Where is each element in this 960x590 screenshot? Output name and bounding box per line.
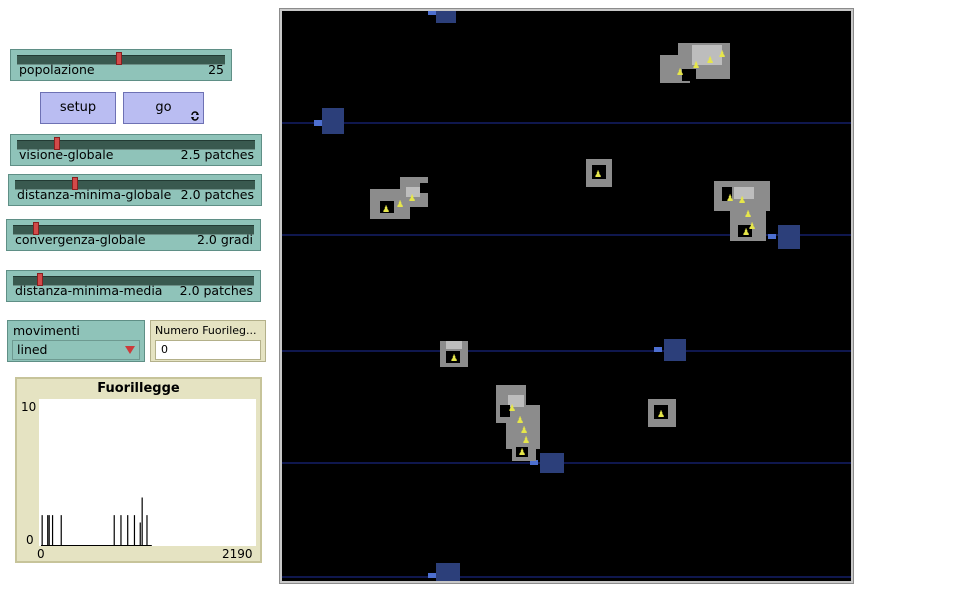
popolazione-slider[interactable]: popolazione 25 (10, 49, 232, 81)
svg-text:♟: ♟ (408, 194, 416, 204)
slider-value: 2.0 patches (179, 283, 253, 298)
ship-agent (428, 563, 460, 581)
ship-agent (314, 108, 344, 134)
setup-button-label: setup (59, 100, 97, 115)
plot-title: Fuorillegge (97, 381, 180, 396)
plot-ymin-label: 0 (26, 533, 34, 547)
flock-group: ♟ ♟ ♟ ♟ (660, 43, 730, 83)
slider-label: popolazione (19, 62, 95, 77)
svg-text:♟: ♟ (692, 61, 700, 71)
monitor-value-box: 0 (155, 340, 261, 360)
svg-text:♟: ♟ (726, 194, 734, 204)
slider-handle[interactable] (116, 52, 122, 65)
slider-value: 2.0 patches (180, 187, 254, 202)
chooser-dropdown[interactable]: lined (12, 340, 140, 360)
svg-text:♟: ♟ (382, 205, 390, 215)
monitor-label: Numero Fuorileg... (155, 324, 257, 337)
svg-text:♟: ♟ (706, 56, 714, 66)
slider-label: visione-globale (19, 147, 114, 162)
slider-label: distanza-minima-media (15, 283, 163, 298)
plot-area (39, 399, 256, 546)
plot-xmin-label: 0 (37, 547, 45, 561)
plot-xmax-label: 2190 (222, 547, 253, 561)
flock-group: ♟ (440, 341, 468, 367)
go-button-label: go (155, 100, 172, 115)
world-canvas: ♟ ♟ ♟ ♟ ♟ ♟ ♟ ♟ ♟ ♟ ♟ ♟ ♟ ♟ ♟ ♟ ♟ ♟ ♟ ♟ (282, 11, 851, 581)
ship-agent (768, 225, 800, 249)
ship-agent (654, 339, 686, 361)
ship-agent (428, 11, 456, 23)
chooser-value: lined (17, 342, 48, 357)
distanza-minima-globale-slider[interactable]: distanza-minima-globale 2.0 patches (8, 174, 262, 206)
go-button[interactable]: go (123, 92, 204, 124)
svg-text:♟: ♟ (676, 68, 684, 78)
svg-text:♟: ♟ (657, 410, 665, 420)
monitor-value: 0 (161, 343, 168, 356)
numero-fuorilegge-monitor: Numero Fuorileg... 0 (150, 320, 266, 362)
movimenti-chooser[interactable]: movimenti lined (7, 320, 145, 362)
slider-value: 2.5 patches (180, 147, 254, 162)
svg-text:♟: ♟ (742, 228, 750, 238)
flock-group: ♟ ♟ ♟ ♟ ♟ (496, 385, 540, 461)
plot-ymax-label: 10 (21, 400, 37, 414)
visione-globale-slider[interactable]: visione-globale 2.5 patches (10, 134, 262, 166)
slider-value: 2.0 gradi (197, 232, 253, 247)
distanza-minima-media-slider[interactable]: distanza-minima-media 2.0 patches (6, 270, 261, 302)
slider-label: distanza-minima-globale (17, 187, 172, 202)
svg-text:♟: ♟ (594, 170, 602, 180)
flock-group: ♟ ♟ ♟ (370, 177, 428, 219)
setup-button[interactable]: setup (40, 92, 116, 124)
svg-text:♟: ♟ (396, 200, 404, 210)
chooser-label: movimenti (13, 323, 80, 338)
convergenza-globale-slider[interactable]: convergenza-globale 2.0 gradi (6, 219, 261, 251)
dropdown-arrow-icon (125, 346, 135, 354)
slider-value: 25 (208, 62, 224, 77)
flock-group: ♟ (586, 159, 612, 187)
flock-group: ♟ ♟ ♟ ♟ ♟ (714, 181, 770, 241)
svg-text:♟: ♟ (450, 354, 458, 364)
svg-text:♟: ♟ (520, 426, 528, 436)
svg-text:♟: ♟ (516, 416, 524, 426)
svg-text:♟: ♟ (508, 404, 516, 414)
svg-text:♟: ♟ (738, 196, 746, 206)
svg-text:♟: ♟ (522, 436, 530, 446)
slider-label: convergenza-globale (15, 232, 146, 247)
world-view[interactable]: ♟ ♟ ♟ ♟ ♟ ♟ ♟ ♟ ♟ ♟ ♟ ♟ ♟ ♟ ♟ ♟ ♟ ♟ ♟ ♟ (282, 11, 851, 581)
svg-text:♟: ♟ (518, 448, 526, 458)
svg-text:♟: ♟ (718, 50, 726, 60)
plot-canvas (41, 497, 152, 546)
svg-text:♟: ♟ (744, 210, 752, 220)
forever-icon (191, 111, 199, 121)
fuorillegge-plot: Fuorillegge 10 0 0 2190 (15, 377, 262, 563)
flock-group: ♟ (648, 399, 676, 427)
